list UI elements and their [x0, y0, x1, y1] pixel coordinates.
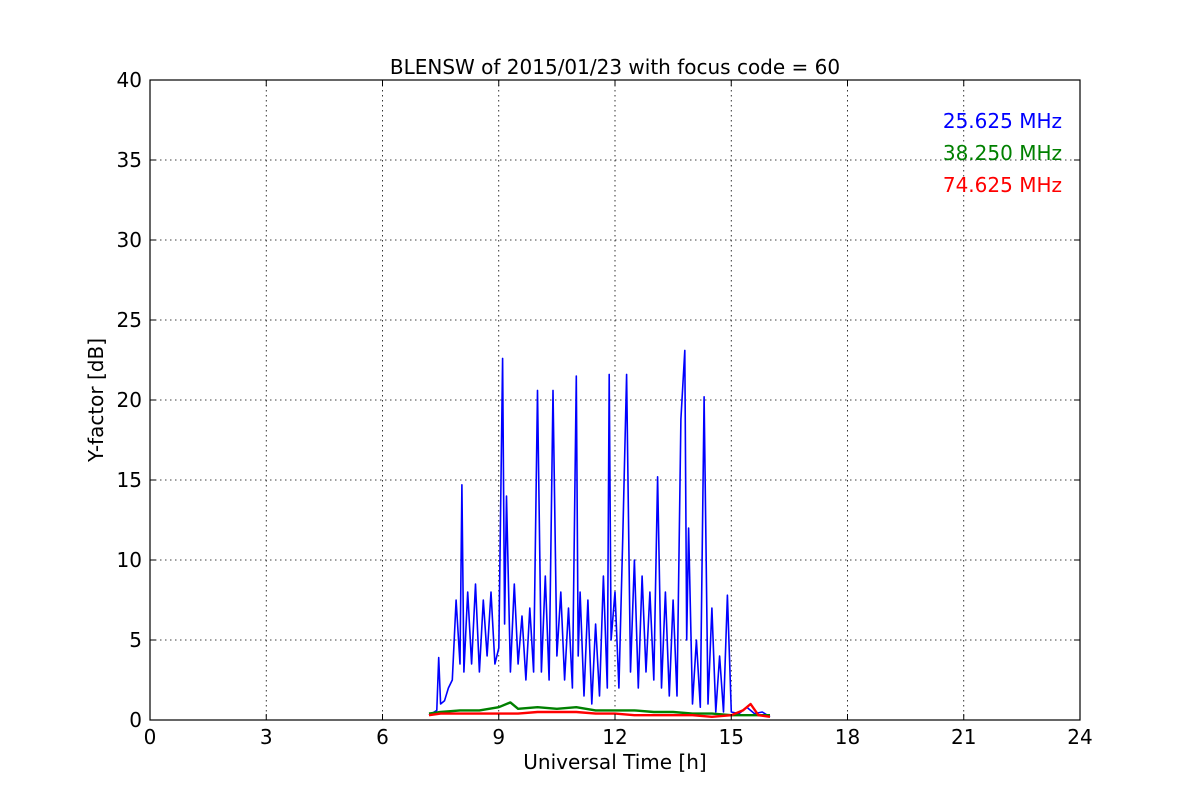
- chart-canvas: 0 3 6 9 12 15 18 21 24 0 5 10 15 20 25 30 35 40 BLENSW of…: [0, 0, 1200, 800]
- x-tick-label: 12: [602, 725, 627, 749]
- x-tick-label: 3: [260, 725, 273, 749]
- x-tick-label: 24: [1067, 725, 1092, 749]
- y-axis-label: Y-factor [dB]: [84, 338, 108, 463]
- legend: 25.625 MHz 38.250 MHz 74.625 MHz: [943, 109, 1062, 197]
- y-tick-label: 25: [117, 308, 142, 332]
- y-tick-label: 40: [117, 68, 142, 92]
- legend-entry-2: 38.250 MHz: [943, 141, 1062, 165]
- x-tick-label: 9: [492, 725, 505, 749]
- legend-entry-3: 74.625 MHz: [943, 173, 1062, 197]
- x-tick-label: 15: [719, 725, 744, 749]
- y-tick-label: 30: [117, 228, 142, 252]
- y-tick-label: 0: [129, 708, 142, 732]
- x-tick-label: 0: [144, 725, 157, 749]
- y-tick-label: 35: [117, 148, 142, 172]
- x-tick-label: 6: [376, 725, 389, 749]
- x-tick-label: 18: [835, 725, 860, 749]
- y-tick-label: 15: [117, 468, 142, 492]
- y-tick-label: 5: [129, 628, 142, 652]
- x-tick-label: 21: [951, 725, 976, 749]
- x-axis-label: Universal Time [h]: [523, 750, 706, 774]
- legend-entry-1: 25.625 MHz: [943, 109, 1062, 133]
- y-tick-label: 20: [117, 388, 142, 412]
- y-tick-label: 10: [117, 548, 142, 572]
- chart-title: BLENSW of 2015/01/23 with focus code = 6…: [390, 55, 840, 79]
